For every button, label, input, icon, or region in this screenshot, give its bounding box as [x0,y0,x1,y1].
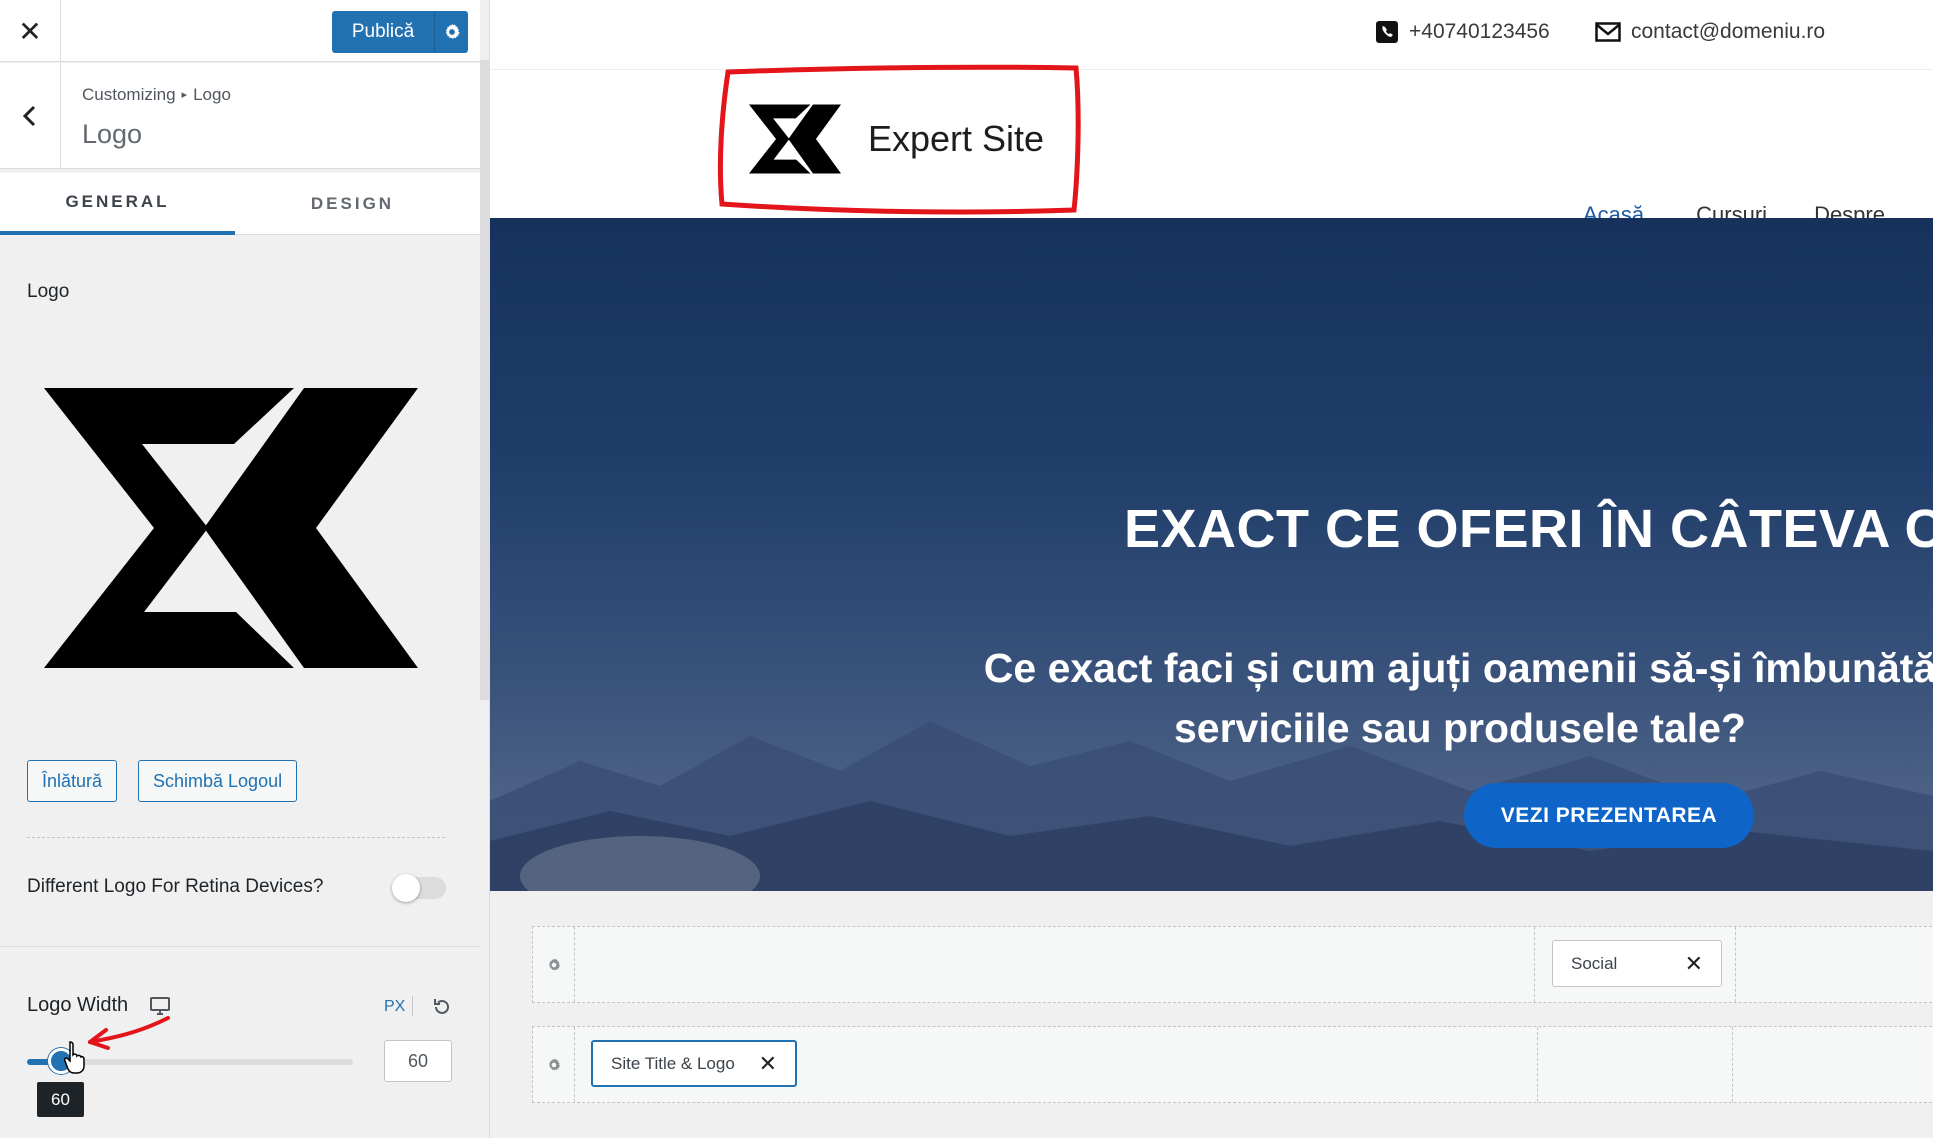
hero-title: EXACT CE OFERI ÎN CÂTEVA CU [1124,499,1933,559]
annotation-arrow-icon [88,1016,170,1050]
publish-group: Publică [332,11,468,53]
annotation-highlight-box [717,64,1081,215]
sidebar-scrollbar[interactable] [480,60,489,700]
builder-row-top[interactable]: Social ✕ [532,926,1933,1003]
reset-icon[interactable] [432,997,452,1017]
logo-section-label: Logo [27,281,70,302]
builder-cell-divider [1735,927,1736,1002]
change-logo-button[interactable]: Schimbă Logoul [138,760,298,802]
phone-number: +40740123456 [1409,20,1550,43]
hero-cta-button[interactable]: VEZI PREZENTAREA [1464,783,1754,848]
section-header: Customizing ▸ Logo Logo [0,63,480,169]
hero-subtitle-line1: Ce exact faci și cum ajuți oamenii să-și… [983,645,1933,691]
breadcrumb-root: Customizing [82,85,176,104]
builder-cell-divider [1537,1027,1538,1102]
breadcrumb-separator-icon: ▸ [181,89,188,101]
builder-cell-divider [1534,927,1535,1002]
divider [27,837,445,838]
site-header: Expert Site Acasă Cursuri Despre B [490,70,1933,227]
close-x-icon[interactable]: ✕ [759,1051,777,1077]
breadcrumb-current: Logo [193,85,231,104]
logo-preview-image[interactable] [40,378,430,678]
logo-width-input[interactable]: 60 [384,1040,452,1082]
chevron-left-icon[interactable] [0,63,61,169]
row-settings-gear-icon[interactable] [533,927,575,1002]
phone-contact[interactable]: +40740123456 [1375,20,1550,44]
row-settings-gear-icon[interactable] [533,1027,575,1102]
retina-logo-toggle[interactable] [392,874,446,902]
email-contact[interactable]: contact@domeniu.ro [1595,20,1825,44]
site-topbar: +40740123456 contact@domeniu.ro [490,0,1933,70]
header-builder: Social ✕ Site Title & Logo ✕ [490,891,1933,1138]
email-address: contact@domeniu.ro [1631,20,1826,43]
panel-tabs: GENERAL DESIGN [0,173,480,235]
hero-subtitle: Ce exact faci și cum ajuți oamenii să-și… [910,638,1933,758]
builder-chip-site-title-logo[interactable]: Site Title & Logo ✕ [591,1040,797,1087]
unit-divider [412,996,413,1016]
builder-row-main[interactable]: Site Title & Logo ✕ [532,1026,1933,1103]
hand-cursor-icon [63,1041,85,1074]
tab-design[interactable]: DESIGN [235,173,470,235]
slider-value-tooltip: 60 [37,1082,84,1117]
hero-subtitle-line2: serviciile sau produsele tale? [1174,705,1746,751]
builder-cell-divider [1732,1027,1733,1102]
panel-title: Logo [82,119,143,149]
publish-button[interactable]: Publică [332,11,434,53]
section-divider [0,946,480,947]
site-preview: +40740123456 contact@domeniu.ro Expert S… [490,0,1933,1138]
mail-icon [1595,22,1621,42]
tab-general[interactable]: GENERAL [0,173,235,235]
unit-selector[interactable]: PX [384,998,405,1016]
builder-chip-social[interactable]: Social ✕ [1552,940,1722,987]
chip-label: Social [1571,953,1618,973]
close-x-icon[interactable]: ✕ [1685,951,1703,977]
customizer-sidebar: ✕ Publică Customizing ▸ Logo Logo GENERAL … [0,0,490,1138]
phone-icon [1376,21,1398,43]
hero-section: EXACT CE OFERI ÎN CÂTEVA CU Ce exact fac… [490,218,1933,891]
gear-icon[interactable] [434,11,468,53]
close-icon[interactable]: ✕ [0,0,61,62]
customizer-topbar: ✕ Publică [0,0,480,62]
chip-label: Site Title & Logo [611,1053,735,1073]
remove-logo-button[interactable]: Înlătură [27,760,118,802]
breadcrumb: Customizing ▸ Logo [82,85,231,105]
retina-logo-label: Different Logo For Retina Devices? [27,876,324,897]
toggle-knob [392,874,420,902]
